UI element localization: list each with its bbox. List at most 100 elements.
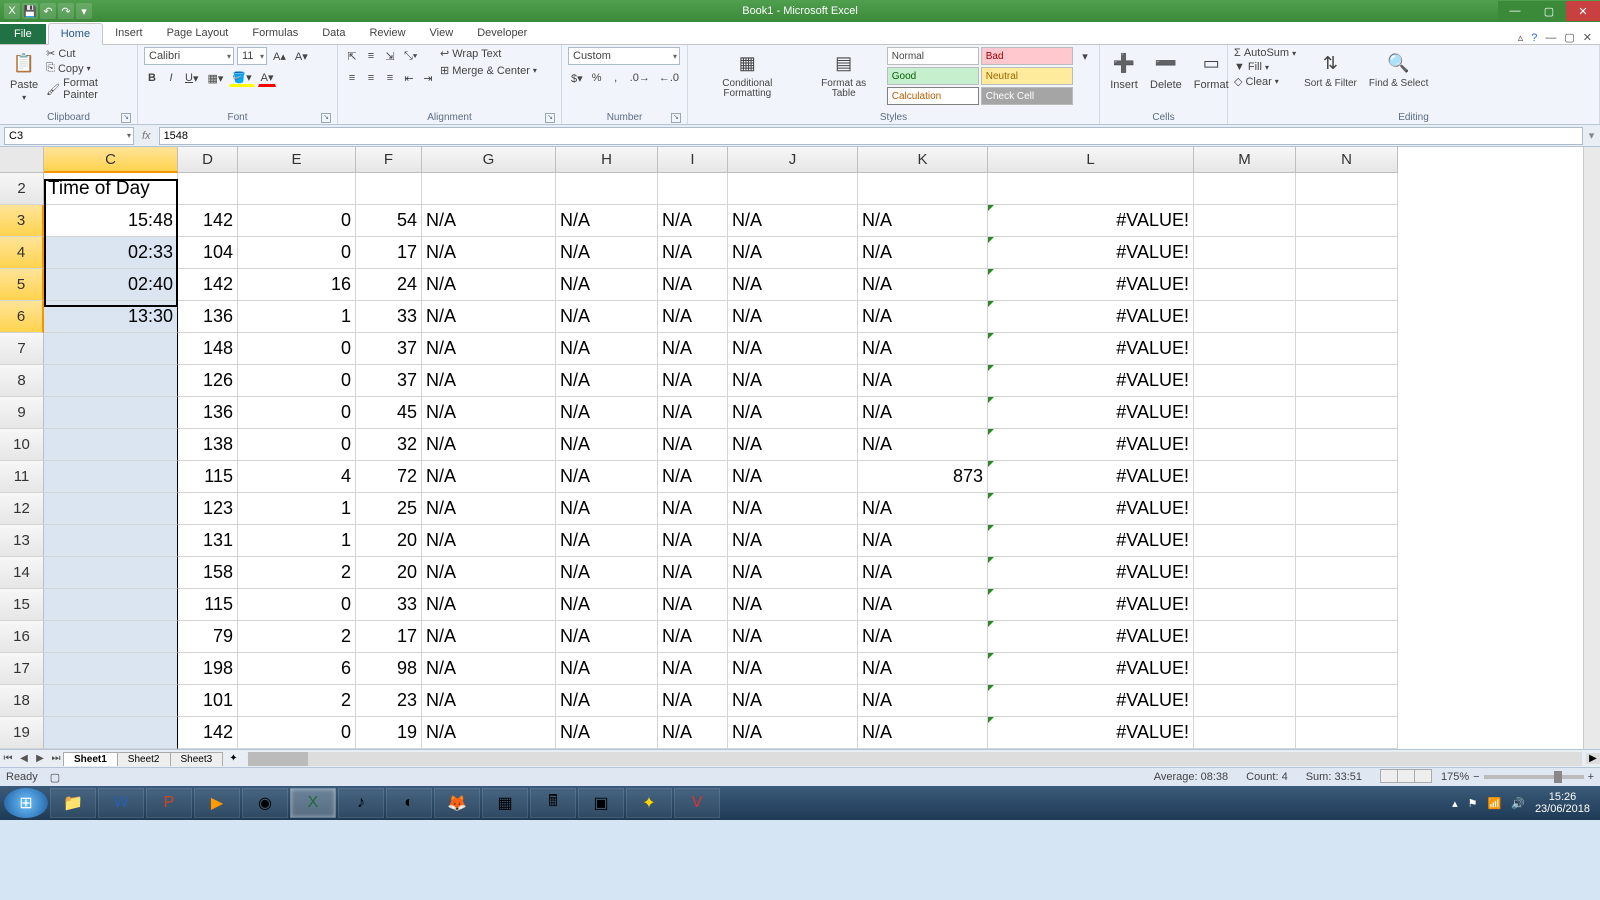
clipboard-dialog-icon[interactable]: ↘	[121, 113, 131, 123]
select-all-button[interactable]	[0, 147, 44, 173]
number-format-combo[interactable]: Custom	[568, 47, 680, 65]
cell-C12[interactable]	[44, 493, 178, 525]
cell-I16[interactable]: N/A	[658, 621, 728, 653]
cell-N11[interactable]	[1296, 461, 1398, 493]
cell-N16[interactable]	[1296, 621, 1398, 653]
cell-H15[interactable]: N/A	[556, 589, 658, 621]
cell-H16[interactable]: N/A	[556, 621, 658, 653]
cell-L11[interactable]: #VALUE!	[988, 461, 1194, 493]
taskbar-calc-icon[interactable]: 🖩	[530, 788, 576, 818]
cell-C11[interactable]	[44, 461, 178, 493]
qat-customize-icon[interactable]: ▾	[76, 3, 92, 19]
cell-G3[interactable]: N/A	[422, 205, 556, 237]
mdi-restore-icon[interactable]: ▢	[1564, 31, 1574, 44]
cell-D6[interactable]: 136	[178, 301, 238, 333]
cell-N4[interactable]	[1296, 237, 1398, 269]
cell-E3[interactable]: 0	[238, 205, 356, 237]
cell-I13[interactable]: N/A	[658, 525, 728, 557]
cell-M9[interactable]	[1194, 397, 1296, 429]
taskbar-app3-icon[interactable]: ▦	[482, 788, 528, 818]
fill-button[interactable]: Fill	[1248, 61, 1262, 73]
cell-F2[interactable]	[356, 173, 422, 205]
cell-G2[interactable]	[422, 173, 556, 205]
cell-J4[interactable]: N/A	[728, 237, 858, 269]
cell-E4[interactable]: 0	[238, 237, 356, 269]
cell-G15[interactable]: N/A	[422, 589, 556, 621]
cell-I6[interactable]: N/A	[658, 301, 728, 333]
cell-C14[interactable]	[44, 557, 178, 589]
zoom-slider[interactable]	[1484, 775, 1584, 779]
cell-L7[interactable]: #VALUE!	[988, 333, 1194, 365]
tray-network-icon[interactable]: 📶	[1488, 797, 1502, 810]
taskbar-app6-icon[interactable]: V	[674, 788, 720, 818]
font-color-button[interactable]: A▾	[258, 69, 277, 87]
cell-D2[interactable]	[178, 173, 238, 205]
cell-C16[interactable]	[44, 621, 178, 653]
cell-D18[interactable]: 101	[178, 685, 238, 717]
merge-center-button[interactable]: Merge & Center	[452, 65, 530, 77]
new-sheet-icon[interactable]: ✦	[223, 753, 243, 764]
sort-filter-button[interactable]: ⇅Sort & Filter	[1300, 47, 1361, 91]
cell-G17[interactable]: N/A	[422, 653, 556, 685]
col-header-D[interactable]: D	[178, 147, 238, 173]
cell-F16[interactable]: 17	[356, 621, 422, 653]
style-normal[interactable]: Normal	[887, 47, 979, 65]
cell-F5[interactable]: 24	[356, 269, 422, 301]
window-maximize-button[interactable]: ▢	[1532, 1, 1566, 21]
cell-D11[interactable]: 115	[178, 461, 238, 493]
file-tab[interactable]: File	[0, 24, 46, 44]
qat-undo-icon[interactable]: ↶	[40, 3, 56, 19]
cell-F17[interactable]: 98	[356, 653, 422, 685]
tab-nav-first-icon[interactable]: ⏮	[0, 753, 16, 764]
cell-K18[interactable]: N/A	[858, 685, 988, 717]
cell-M5[interactable]	[1194, 269, 1296, 301]
cell-K4[interactable]: N/A	[858, 237, 988, 269]
format-as-table-button[interactable]: ▤Format as Table	[805, 47, 883, 101]
bold-button[interactable]: B	[144, 69, 160, 87]
cell-E11[interactable]: 4	[238, 461, 356, 493]
cell-E18[interactable]: 2	[238, 685, 356, 717]
cell-G7[interactable]: N/A	[422, 333, 556, 365]
window-close-button[interactable]: ✕	[1566, 1, 1600, 21]
cell-N5[interactable]	[1296, 269, 1398, 301]
cell-H19[interactable]: N/A	[556, 717, 658, 749]
cell-J9[interactable]: N/A	[728, 397, 858, 429]
insert-cells-button[interactable]: ➕Insert	[1106, 47, 1142, 93]
wrap-text-button[interactable]: Wrap Text	[452, 48, 501, 60]
cell-L14[interactable]: #VALUE!	[988, 557, 1194, 589]
cell-K10[interactable]: N/A	[858, 429, 988, 461]
cell-K5[interactable]: N/A	[858, 269, 988, 301]
cut-button[interactable]: Cut	[58, 48, 75, 60]
row-header-3[interactable]: 3	[0, 205, 44, 237]
cell-K16[interactable]: N/A	[858, 621, 988, 653]
format-painter-button[interactable]: Format Painter	[63, 77, 131, 101]
cell-M3[interactable]	[1194, 205, 1296, 237]
cell-I10[interactable]: N/A	[658, 429, 728, 461]
cell-H7[interactable]: N/A	[556, 333, 658, 365]
row-header-10[interactable]: 10	[0, 429, 44, 461]
style-check-cell[interactable]: Check Cell	[981, 87, 1073, 105]
cell-K14[interactable]: N/A	[858, 557, 988, 589]
cell-G6[interactable]: N/A	[422, 301, 556, 333]
cell-D9[interactable]: 136	[178, 397, 238, 429]
cell-N12[interactable]	[1296, 493, 1398, 525]
cell-M18[interactable]	[1194, 685, 1296, 717]
cell-F18[interactable]: 23	[356, 685, 422, 717]
cell-H11[interactable]: N/A	[556, 461, 658, 493]
cell-J6[interactable]: N/A	[728, 301, 858, 333]
cell-K9[interactable]: N/A	[858, 397, 988, 429]
cell-G18[interactable]: N/A	[422, 685, 556, 717]
cell-E15[interactable]: 0	[238, 589, 356, 621]
cell-D8[interactable]: 126	[178, 365, 238, 397]
cell-H13[interactable]: N/A	[556, 525, 658, 557]
merge-icon[interactable]: ⊞	[440, 64, 449, 77]
indent-inc-icon[interactable]: ⇥	[420, 69, 436, 87]
cell-F19[interactable]: 19	[356, 717, 422, 749]
col-header-G[interactable]: G	[422, 147, 556, 173]
cell-M11[interactable]	[1194, 461, 1296, 493]
cell-L16[interactable]: #VALUE!	[988, 621, 1194, 653]
cell-C15[interactable]	[44, 589, 178, 621]
conditional-formatting-button[interactable]: ▦Conditional Formatting	[694, 47, 801, 101]
col-header-J[interactable]: J	[728, 147, 858, 173]
cell-N2[interactable]	[1296, 173, 1398, 205]
